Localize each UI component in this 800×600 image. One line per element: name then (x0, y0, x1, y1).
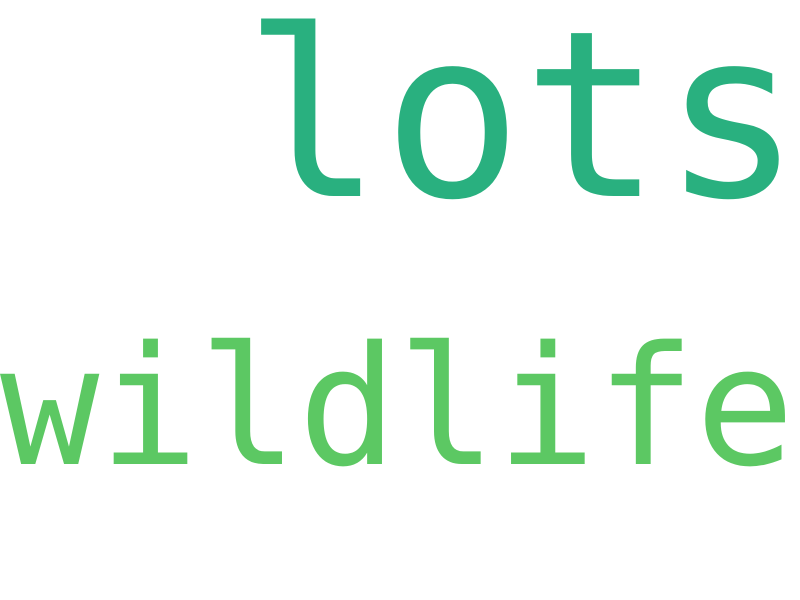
word-cloud: lots wildlife (0, 0, 800, 600)
word-wildlife: wildlife (0, 311, 795, 503)
word-lots: lots (243, 0, 800, 251)
